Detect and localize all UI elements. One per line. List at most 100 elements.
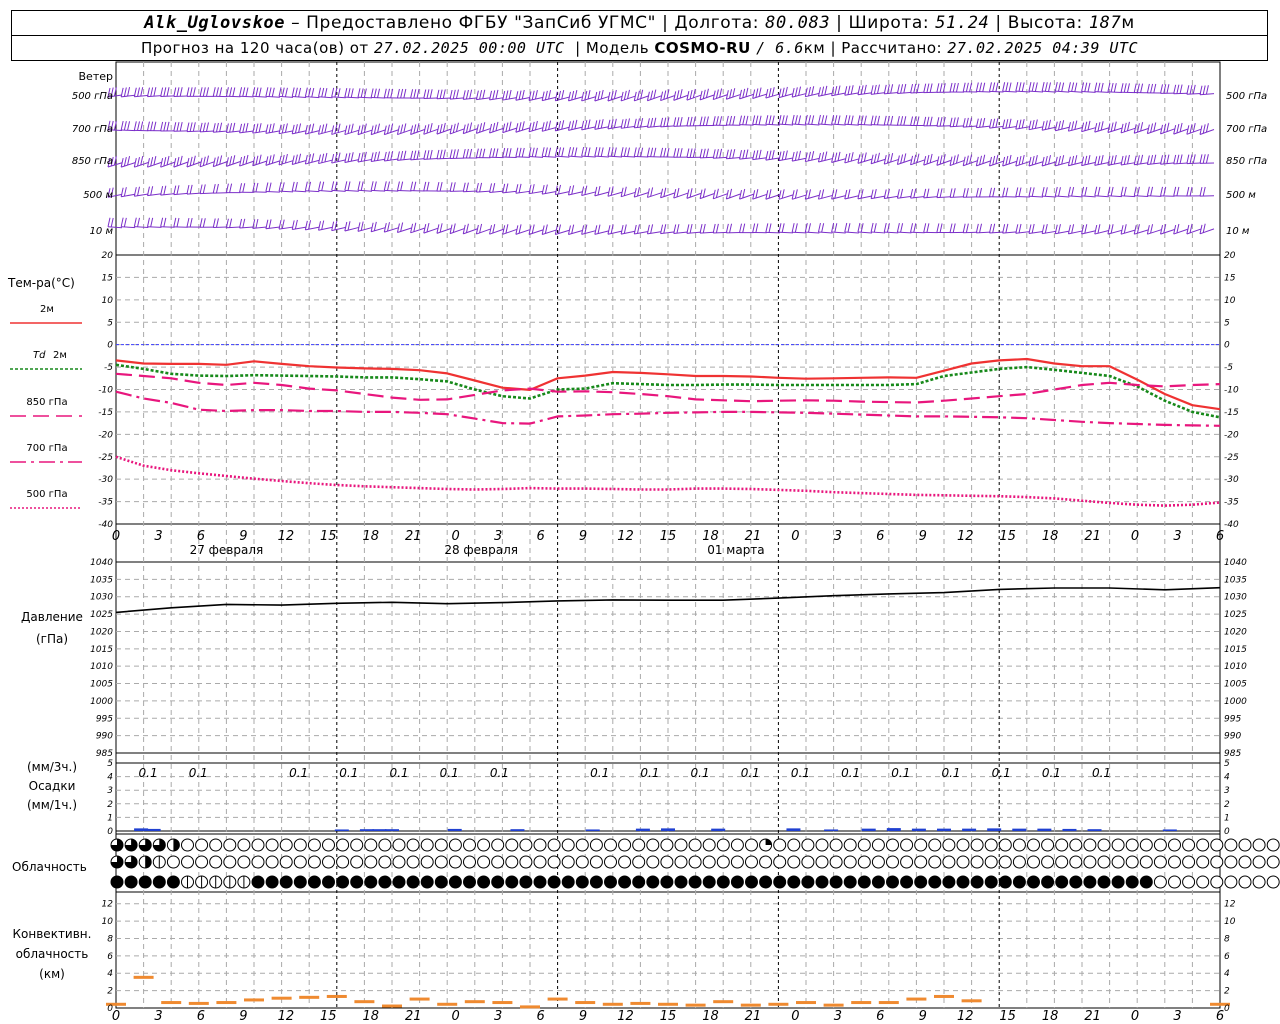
wind-barb-feather xyxy=(403,150,407,160)
wind-barb-shaft xyxy=(594,155,609,158)
cloud-symbol xyxy=(533,855,547,869)
hour-tick-bottom: 9 xyxy=(239,1009,247,1024)
cloud-symbol xyxy=(702,838,716,852)
wind-barb-shaft xyxy=(568,230,583,235)
wind-barb-feather xyxy=(929,116,933,126)
hour-tick-mid: 9 xyxy=(579,529,587,544)
wind-barb-feather xyxy=(321,87,325,98)
wind-barb-feather xyxy=(834,189,838,199)
wind-barb-feather xyxy=(304,154,308,165)
wind-barb-feather xyxy=(1005,155,1009,166)
wind-barb-shaft xyxy=(423,97,438,100)
wind-barb-shaft xyxy=(489,190,504,193)
pressure-title: Давление xyxy=(21,610,83,624)
wind-barb-feather xyxy=(479,90,483,100)
precip-bar xyxy=(510,829,525,831)
wind-barb-feather xyxy=(660,224,664,234)
hour-tick-bottom: 12 xyxy=(278,1009,295,1024)
wind-barb-feather xyxy=(1176,123,1180,134)
hour-tick-bottom: 6 xyxy=(876,1009,884,1024)
temp-tick-left: -30 xyxy=(98,475,113,485)
wind-barb-shaft xyxy=(555,191,570,196)
wind-barb-feather xyxy=(439,223,443,233)
wind-barb-feather xyxy=(752,115,756,125)
wind-barb-feather xyxy=(936,223,940,233)
convective-bar xyxy=(161,1001,182,1005)
precip-bar xyxy=(711,828,726,831)
cloud-symbol xyxy=(886,875,899,889)
wind-barb-feather xyxy=(594,186,598,196)
wind-barb-feather xyxy=(900,84,904,94)
pressure-tick-right: 1035 xyxy=(1224,575,1247,585)
wind-barb-feather xyxy=(1133,225,1137,235)
wind-barb-feather xyxy=(423,89,427,99)
wind-barb-feather xyxy=(824,85,828,96)
pressure-tick-right: 990 xyxy=(1224,732,1241,742)
wind-barb-feather xyxy=(597,147,601,157)
wind-barb-feather xyxy=(294,124,298,134)
wind-barb-feather xyxy=(452,149,456,159)
wind-barb-feather xyxy=(331,221,335,231)
wind-barb-feather xyxy=(370,88,374,98)
wind-barb-feather xyxy=(1176,154,1180,164)
wind-barb-feather xyxy=(623,118,627,128)
wind-barb-feather xyxy=(607,119,611,129)
wind-barb-shaft xyxy=(1081,230,1096,235)
convective-bar xyxy=(520,1005,540,1009)
wind-barb-feather xyxy=(1028,81,1032,92)
wind-barb-feather xyxy=(334,153,338,163)
wind-barb-feather xyxy=(581,120,585,130)
wind-barb-feather xyxy=(962,223,966,233)
wind-barb-feather xyxy=(1044,224,1048,234)
hour-tick-bottom: 3 xyxy=(494,1009,502,1024)
wind-barb-feather xyxy=(699,224,703,234)
wind-barb-feather xyxy=(304,220,308,230)
cloud-symbol xyxy=(1041,855,1055,869)
wind-barb-feather xyxy=(1034,82,1038,92)
precip-amount: 0.1 xyxy=(691,766,710,780)
wind-barb-feather xyxy=(215,87,219,97)
wind-barb-feather xyxy=(739,150,743,160)
wind-barb-shaft xyxy=(805,123,820,126)
cloud-symbol xyxy=(787,875,801,889)
wind-barb-shaft xyxy=(581,155,596,158)
precip-bar xyxy=(661,828,675,831)
wind-barb-feather xyxy=(926,154,930,165)
wind-barb-feather xyxy=(745,87,749,97)
cloud-symbol xyxy=(815,875,829,889)
precip-amount: 0.1 xyxy=(440,766,459,780)
wind-barb-feather xyxy=(1048,82,1052,92)
wind-barb-feather xyxy=(1166,122,1170,132)
wind-barb-feather xyxy=(173,185,177,195)
wind-barb-shaft xyxy=(1094,230,1109,235)
cloud-symbol xyxy=(1097,855,1111,869)
wind-barb-feather xyxy=(715,116,719,126)
cloud-symbol xyxy=(773,875,787,889)
pressure-tick-left: 990 xyxy=(96,732,113,742)
wind-barb-feather xyxy=(544,147,548,157)
precip-bar xyxy=(385,829,399,831)
wind-barb-feather xyxy=(1113,154,1117,165)
wind-barb-feather xyxy=(926,223,930,233)
wind-barb-feather xyxy=(870,85,874,95)
hour-tick-mid: 3 xyxy=(154,529,162,544)
cloud-symbol xyxy=(322,838,335,852)
wind-barb-feather xyxy=(992,82,996,92)
wind-barb-feather xyxy=(636,186,640,197)
temp-tick-right: -25 xyxy=(1224,453,1239,463)
wind-barb-shaft xyxy=(778,123,794,126)
wind-barb-feather xyxy=(962,82,966,92)
wind-barb-feather xyxy=(1084,82,1088,92)
wind-barb-feather xyxy=(1021,154,1025,165)
wind-barb-shaft xyxy=(1147,229,1162,235)
wind-barb-shaft xyxy=(923,196,938,199)
wind-barb-shaft xyxy=(1186,228,1202,235)
cloud-symbol xyxy=(1182,855,1196,869)
wind-barb-feather xyxy=(794,189,798,199)
wind-barb-feather xyxy=(791,114,795,125)
wind-barb-feather xyxy=(357,152,361,163)
wind-barb-feather xyxy=(1097,122,1101,132)
cloud-symbol xyxy=(195,838,209,852)
wind-barb-feather xyxy=(676,187,680,198)
convective-bar xyxy=(934,994,954,998)
